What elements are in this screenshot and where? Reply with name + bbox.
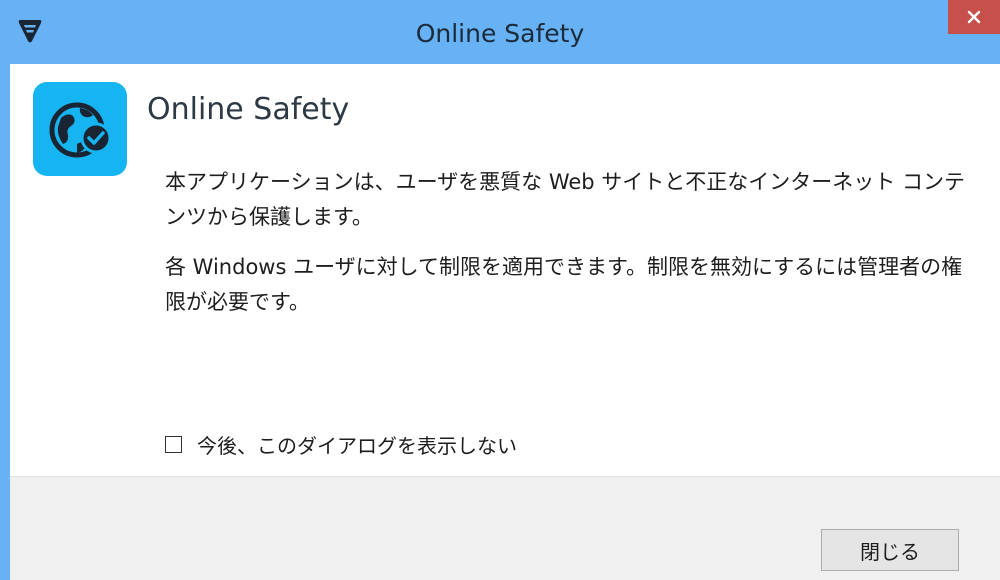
dialog-window: Online Safety Online Safety 本アプリケーションは、ユ… bbox=[0, 0, 1000, 580]
title-bar[interactable]: Online Safety bbox=[0, 0, 1000, 64]
globe-check-icon bbox=[33, 82, 127, 176]
dialog-footer: 閉じる bbox=[10, 476, 1000, 580]
close-icon bbox=[967, 10, 981, 24]
description-paragraph-2: 各 Windows ユーザに対して制限を適用できます。制限を無効にするには管理者… bbox=[165, 255, 963, 314]
dialog-heading: Online Safety bbox=[147, 92, 350, 127]
window-title: Online Safety bbox=[415, 19, 585, 48]
window-close-button[interactable] bbox=[948, 0, 1000, 34]
dont-show-again-checkbox[interactable] bbox=[165, 436, 182, 453]
dialog-content: Online Safety 本アプリケーションは、ユーザを悪質な Web サイト… bbox=[10, 64, 1000, 476]
dont-show-again-label[interactable]: 今後、このダイアログを表示しない bbox=[197, 430, 517, 459]
close-button[interactable]: 閉じる bbox=[821, 529, 959, 571]
description-paragraph-1: 本アプリケーションは、ユーザを悪質な Web サイトと不正なインターネット コン… bbox=[165, 170, 965, 229]
dont-show-again-option[interactable]: 今後、このダイアログを表示しない bbox=[165, 430, 517, 459]
